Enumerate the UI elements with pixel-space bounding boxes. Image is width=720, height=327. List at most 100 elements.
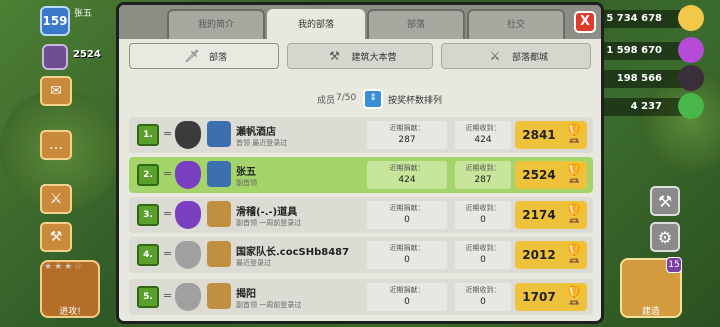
tab-my-clan[interactable]: 我的部落 [267, 9, 365, 39]
member-trophies: 2012 [522, 248, 556, 262]
gems-resource: 4 237 [590, 93, 704, 119]
sort-button[interactable]: ⇕ [363, 89, 383, 109]
rank-badge: 4. [137, 244, 159, 266]
received-value: 0 [480, 297, 486, 307]
donated-box: 近期捐献： 0 [367, 241, 447, 269]
trophy-box: 1707 🏆 [515, 283, 587, 311]
member-trophies: 1707 [522, 290, 556, 304]
chat-button[interactable]: … [40, 130, 72, 160]
chat-icon: … [49, 137, 63, 153]
donated-label: 近期捐献： [389, 204, 425, 212]
tab-profile[interactable]: 我的简介 [167, 9, 265, 39]
mail-button[interactable]: ✉ [40, 76, 72, 106]
member-row[interactable]: 3. = 滑稽(-.-)道具 副首领 一周前登录过 近期捐献： 0 近期收到： … [129, 197, 593, 233]
town-hall-icon [207, 283, 231, 309]
member-name: 揭阳 [236, 289, 256, 300]
tab-clans[interactable]: 部落 [367, 9, 465, 39]
league-icon [175, 283, 201, 311]
member-trophies: 2841 [522, 128, 556, 142]
builder-button[interactable]: ⚒ [40, 222, 72, 252]
player-trophy-count: 2524 [73, 49, 101, 60]
subtab-clan-capital[interactable]: ⚔ 部落都城 [441, 43, 591, 69]
received-value: 0 [480, 255, 486, 265]
rank-badge: 2. [137, 164, 159, 186]
edit-tools-button[interactable]: ⚒ [650, 186, 680, 216]
donated-box: 近期捐献： 0 [367, 201, 447, 229]
member-row[interactable]: 4. = 国家队长.cocSHb8487 最近登录过 近期捐献： 0 近期收到：… [129, 237, 593, 273]
player-level-badge[interactable]: 159 [40, 6, 70, 36]
capital-icon: ⚔ [489, 49, 501, 63]
donated-value: 424 [398, 175, 416, 185]
member-name: 瀬帆酒店 [236, 127, 276, 138]
received-label: 近期收到： [465, 164, 501, 172]
donated-box: 近期捐献： 0 [367, 283, 447, 311]
rank-change-icon: = [163, 247, 173, 260]
member-name: 国家队长.cocSHb8487 [236, 247, 350, 258]
dark-elixir-resource: 198 566 [590, 65, 704, 91]
trophy-icon: 🏆 [563, 243, 586, 264]
player-name: 张五 [74, 9, 93, 19]
received-box: 近期收到： 0 [455, 241, 511, 269]
member-row[interactable]: 2. = 张五 副首领 近期捐献： 424 近期收到： 287 2524 🏆 [129, 157, 593, 193]
members-label: 成员 [317, 96, 336, 106]
settings-button[interactable]: ⚙ [650, 222, 680, 252]
member-role: 副首领 一周前登录过 [236, 301, 302, 309]
dark-elixir-icon [678, 65, 704, 91]
subtab-builder-base[interactable]: ⚒ 建筑大本营 [287, 43, 433, 69]
donated-value: 0 [404, 215, 410, 225]
rank-badge: 3. [137, 204, 159, 226]
donated-box: 近期捐献： 287 [367, 121, 447, 149]
donated-label: 近期捐献： [389, 164, 425, 172]
members-count: 7/50 [336, 93, 357, 103]
member-name: 滑稽(-.-)道具 [236, 207, 298, 218]
league-icon [175, 161, 201, 189]
donated-box: 近期捐献： 424 [367, 161, 447, 189]
received-box: 近期收到： 287 [455, 161, 511, 189]
rank-change-icon: = [163, 207, 173, 220]
elixir-icon [678, 37, 704, 63]
received-box: 近期收到： 0 [455, 283, 511, 311]
member-row[interactable]: 5. = 揭阳 副首领 一周前登录过 近期捐献： 0 近期收到： 0 1707 … [129, 279, 593, 315]
donated-label: 近期捐献： [389, 124, 425, 132]
received-box: 近期收到： 0 [455, 201, 511, 229]
member-name: 张五 [236, 167, 256, 178]
rank-change-icon: = [163, 127, 173, 140]
tab-bar: 我的简介 我的部落 部落 社交 X [119, 5, 601, 39]
sort-label: 按奖杯数排列 [388, 96, 443, 106]
trophy-icon: 🏆 [563, 285, 586, 306]
member-row[interactable]: 1. = 瀬帆酒店 首领 最近登录过 近期捐献： 287 近期收到： 424 2… [129, 117, 593, 153]
gear-icon: ⚙ [657, 227, 673, 247]
close-button[interactable]: X [574, 11, 596, 33]
trophy-box: 2174 🏆 [515, 201, 587, 229]
league-icon [175, 121, 201, 149]
gem-icon [678, 93, 704, 119]
trophy-box: 2841 🏆 [515, 121, 587, 149]
stars-icon: ★★★☆ [44, 262, 85, 272]
builder-icon: ⚒ [49, 229, 63, 245]
received-value: 287 [474, 175, 492, 185]
rank-change-icon: = [163, 167, 173, 180]
league-icon [175, 241, 201, 269]
subtab-bar: 🗡 部落 ⚒ 建筑大本营 ⚔ 部落都城 [129, 43, 591, 69]
tab-social[interactable]: 社交 [467, 9, 565, 39]
league-icon [175, 201, 201, 229]
town-hall-icon [207, 161, 231, 187]
gold-resource: 5 734 678 [590, 5, 704, 31]
rank-change-icon: = [163, 289, 173, 302]
trophy-icon: 🏆 [563, 163, 586, 184]
subtab-clan[interactable]: 🗡 部落 [129, 43, 279, 69]
left-hud: 159 张五 2524 ✉ … ⚔ ⚒ 进攻! ★★★☆ [0, 0, 115, 327]
member-trophies: 2524 [522, 168, 556, 182]
donated-value: 0 [404, 255, 410, 265]
trophy-icon [42, 44, 68, 70]
trophy-icon: 🏆 [563, 203, 586, 224]
elixir-resource: 1 598 670 [590, 37, 704, 63]
received-label: 近期收到： [465, 124, 501, 132]
tools-icon: ⚒ [657, 191, 673, 211]
battle-log-button[interactable]: ⚔ [40, 184, 72, 214]
sword-icon: 🗡 [184, 49, 200, 63]
received-value: 0 [480, 215, 486, 225]
donated-label: 近期捐献： [389, 244, 425, 252]
donated-value: 287 [398, 135, 416, 145]
swords-icon: ⚔ [49, 191, 63, 207]
